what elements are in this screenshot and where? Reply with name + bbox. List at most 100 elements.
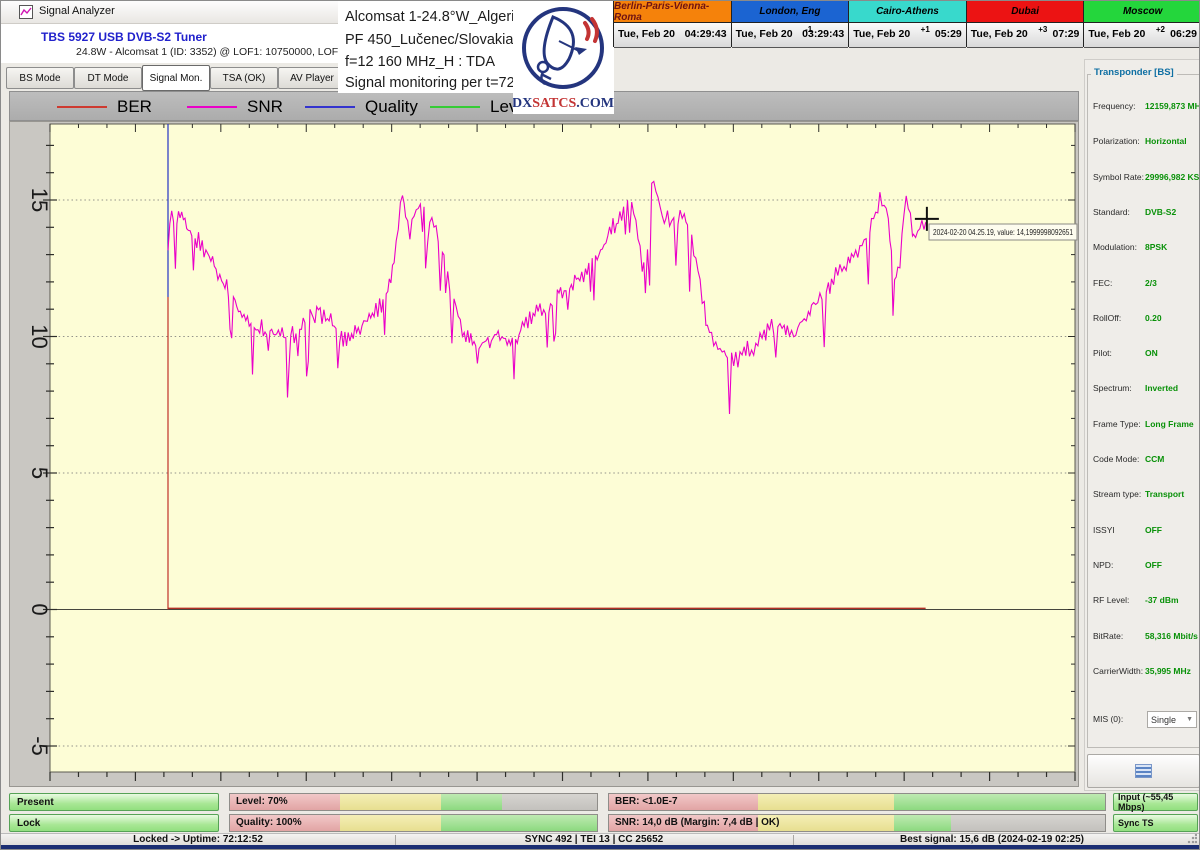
signal-analyzer-window: Signal Analyzer TBS 5927 USB DVB-S2 Tune… [0, 0, 1200, 850]
transponder-row-label: Symbol Rate: [1093, 172, 1144, 182]
clock-london-eng: London, EngTue, Feb 20-103:29:43 [731, 1, 849, 47]
lock-label: Lock [17, 818, 40, 829]
clock-time: 04:29:43 [685, 28, 727, 40]
tab-av-player[interactable]: AV Player [278, 67, 346, 89]
legend-line-quality [305, 106, 355, 108]
info-line-4: Signal monitoring per t=72 h [345, 75, 527, 91]
transponder-row-label: FEC: [1093, 278, 1112, 288]
transponder-row-label: Pilot: [1093, 348, 1112, 358]
svg-text:DXSATCS.COM: DXSATCS.COM [513, 96, 614, 111]
transponder-row-value: 58,316 Mbit/s [1145, 631, 1198, 641]
svg-text:15: 15 [27, 188, 52, 212]
transponder-row-value: -37 dBm [1145, 595, 1179, 605]
clock-cairo-athens: Cairo-AthensTue, Feb 20+105:29 [848, 1, 966, 47]
quality-bar: Quality: 100% [229, 814, 598, 832]
clock-utc-offset: +1 [921, 25, 930, 34]
ts-table-button[interactable] [1087, 754, 1200, 788]
window-title: Signal Analyzer [39, 5, 115, 17]
legend-line-ber [57, 106, 107, 108]
legend-label-ber: BER [117, 97, 152, 117]
transponder-row-label: Frame Type: [1093, 419, 1141, 429]
mis-label: MIS (0): [1093, 714, 1123, 724]
clock-city: Dubai [967, 1, 1084, 23]
clock-date: Tue, Feb 20 [971, 28, 1028, 40]
tab-tsa-ok[interactable]: TSA (OK) [210, 67, 278, 89]
transponder-row-label: Stream type: [1093, 489, 1141, 499]
transponder-row-label: ISSYI [1093, 525, 1115, 535]
svg-text:0: 0 [27, 603, 52, 615]
transponder-row-value: Transport [1145, 489, 1184, 499]
snr-bar: SNR: 14,0 dB (Margin: 7,4 dB | OK) [608, 814, 1106, 832]
clock-utc-offset: +2 [1156, 25, 1165, 34]
clock-utc-offset: +3 [1038, 25, 1047, 34]
transponder-row-value: 0.20 [1145, 313, 1162, 323]
quality-bar-label: Quality: 100% [236, 817, 302, 828]
transponder-panel: Transponder [BS] Frequency: 12159,873 MHz… [1084, 59, 1200, 791]
legend-label-snr: SNR [247, 97, 283, 117]
transponder-row-label: RollOff: [1093, 313, 1121, 323]
signal-chart[interactable]: 15 10 5 0 -5 2024-02-20 04.25.19, value: 14,1… [10, 122, 1078, 786]
clock-berlin-paris-vienna-roma: Berlin-Paris-Vienna-RomaTue, Feb 2004:29… [613, 1, 731, 47]
transponder-row-value: CCM [1145, 454, 1164, 464]
world-clocks: Berlin-Paris-Vienna-Roma Tue, Feb 20 04:29… [613, 1, 1200, 47]
clock-city: Berlin-Paris-Vienna-Roma [614, 1, 731, 23]
tab-bs-mode[interactable]: BS Mode [6, 67, 74, 89]
transponder-row-value: 35,995 MHz [1145, 666, 1191, 676]
legend-label-quality: Quality [365, 97, 418, 117]
chart-tooltip: 2024-02-20 04.25.19, value: 14,199999809… [933, 227, 1073, 237]
transponder-row-label: BitRate: [1093, 631, 1123, 641]
tab-dt-mode[interactable]: DT Mode [74, 67, 142, 89]
transponder-row-value: Long Frame [1145, 419, 1194, 429]
clock-time: 07:29 [1053, 28, 1080, 40]
transponder-row-value: 12159,873 MHz [1145, 101, 1200, 111]
transponder-row-value: 29996,982 KS/s [1145, 172, 1200, 182]
table-icon [1135, 764, 1152, 778]
input-indicator: Input (~55,45 Mbps) [1113, 793, 1198, 811]
transponder-row-label: Polarization: [1093, 136, 1140, 146]
info-line-3: f=12 160 MHz_H : TDA [345, 54, 495, 70]
transponder-row-value: DVB-S2 [1145, 207, 1176, 217]
monitoring-info-block: Alcomsat 1-24.8°W_Algeria PF 450_Lučenec… [338, 1, 513, 93]
tuner-name: TBS 5927 USB DVB-S2 Tuner [41, 30, 207, 44]
tab-signal-mon[interactable]: Signal Mon. [142, 65, 210, 91]
transponder-title: Transponder [BS] [1091, 67, 1177, 78]
satellite-dish-icon: DXSATCS.COM [513, 1, 614, 114]
mis-dropdown[interactable]: Single ▼ [1147, 711, 1197, 728]
transponder-row-value: 8PSK [1145, 242, 1167, 252]
transponder-row-label: Standard: [1093, 207, 1130, 217]
clock-time: 06:29 [1170, 28, 1197, 40]
lock-indicator: Lock [9, 814, 219, 832]
transponder-row-value: ON [1145, 348, 1158, 358]
transponder-row-label: Modulation: [1093, 242, 1137, 252]
level-bar-label: Level: 70% [236, 796, 288, 807]
clock-time: 03:29:43 [802, 28, 844, 40]
svg-text:5: 5 [27, 467, 52, 479]
sync-ts-indicator: Sync TS [1113, 814, 1198, 832]
level-bar: Level: 70% [229, 793, 598, 811]
transponder-row-label: RF Level: [1093, 595, 1129, 605]
clock-time: 05:29 [935, 28, 962, 40]
info-line-2: PF 450_Lučenec/Slovakia [345, 32, 513, 48]
svg-text:10: 10 [27, 324, 52, 348]
transponder-row-label: CarrierWidth: [1093, 666, 1143, 676]
present-label: Present [17, 797, 54, 808]
resize-grip[interactable] [1187, 834, 1197, 844]
dxsatcs-logo: DXSATCS.COM [513, 1, 614, 114]
taskbar-strip [1, 845, 1200, 850]
transponder-row-label: Spectrum: [1093, 383, 1132, 393]
ber-bar-label: BER: <1.0E-7 [615, 796, 678, 807]
clock-date: Tue, Feb 20 [736, 28, 793, 40]
transponder-row-value: Horizontal [1145, 136, 1187, 146]
svg-text:-5: -5 [27, 736, 52, 756]
legend-line-level [430, 106, 480, 108]
chart-panel: 15 10 5 0 -5 2024-02-20 04.25.19, value: 14,1… [9, 121, 1079, 787]
app-icon [19, 5, 33, 19]
clock-dubai: Dubai Tue, Feb 20 +3 07:29 [966, 1, 1084, 47]
sync-ts-label: Sync TS [1118, 818, 1154, 828]
transponder-row-label: Frequency: [1093, 101, 1136, 111]
present-indicator: Present [9, 793, 219, 811]
status-sync: SYNC 492 | TEI 13 | CC 25652 [395, 834, 793, 845]
snr-bar-label: SNR: 14,0 dB (Margin: 7,4 dB | OK) [615, 817, 779, 828]
clock-date: Tue, Feb 20 [853, 28, 910, 40]
clock-city: London, Eng [732, 1, 849, 23]
